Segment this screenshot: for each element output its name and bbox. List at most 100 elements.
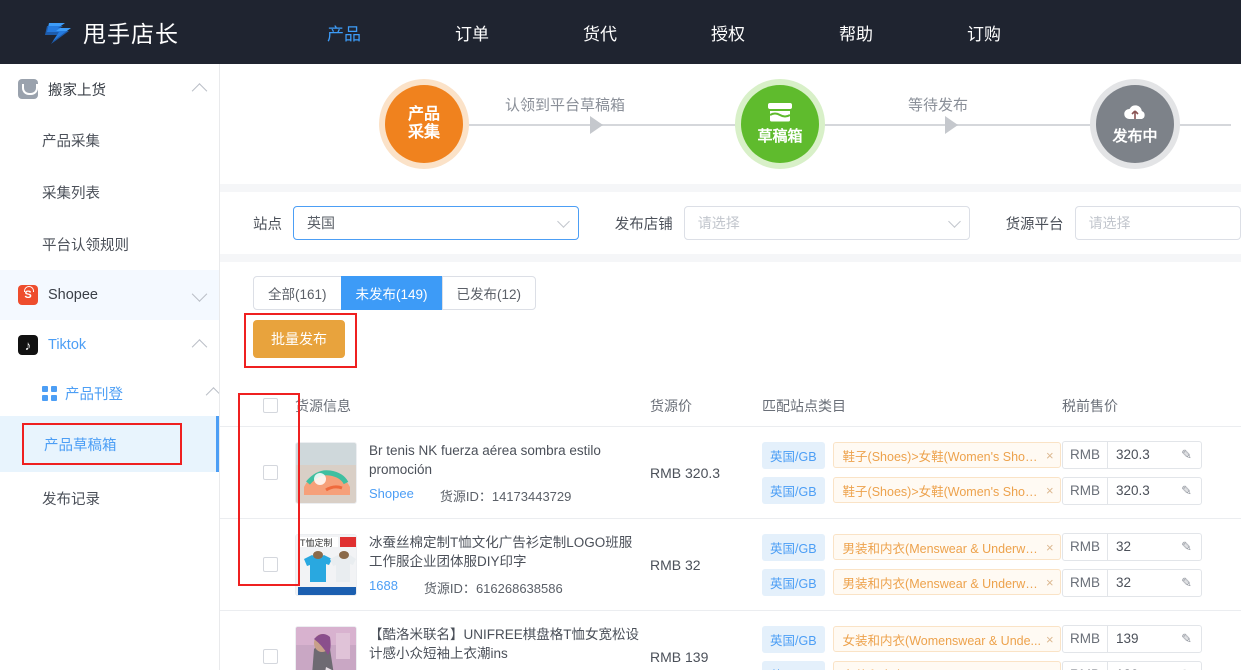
price-value[interactable]: 139 — [1108, 631, 1181, 646]
close-icon[interactable]: × — [1046, 448, 1054, 463]
active-indicator-bar — [216, 416, 219, 472]
product-source-id: 货源ID：14173443729 — [439, 488, 572, 504]
sidebar-group-shopee[interactable]: Shopee — [0, 270, 219, 320]
step-line-3 — [1174, 124, 1231, 126]
price-value[interactable]: 32 — [1108, 539, 1181, 554]
brand[interactable]: 甩手店长 — [0, 15, 280, 49]
site-filter-label: 站点 — [253, 216, 282, 233]
row-checkbox[interactable] — [262, 465, 278, 480]
edit-pencil-icon[interactable]: ✎ — [1181, 575, 1201, 591]
row-checkbox[interactable] — [262, 649, 278, 664]
sidebar-item-product-collect[interactable]: 产品采集 — [0, 114, 219, 166]
edit-pencil-icon[interactable]: ✎ — [1181, 631, 1201, 647]
batch-publish-button[interactable]: 批量发布 — [253, 320, 345, 358]
step-publishing[interactable]: 发布中 — [1096, 85, 1174, 163]
product-platform[interactable]: 1688 — [369, 578, 398, 597]
currency-label: RMB — [1063, 533, 1108, 560]
category-text: 鞋子(Shoes)>女鞋(Women's Shoes... — [842, 449, 1042, 464]
nav-items: 产品 订单 货代 授权 帮助 订购 — [280, 20, 1048, 45]
edit-pencil-icon[interactable]: ✎ — [1181, 539, 1201, 555]
shop-filter-label: 发布店铺 — [614, 216, 673, 233]
category-line: 英国/GB 女装和内衣(Womenswear & Unde... × — [762, 625, 1062, 653]
price-input[interactable]: RMB 139 ✎ — [1062, 624, 1202, 653]
price-value[interactable]: 320.3 — [1108, 483, 1181, 498]
close-icon[interactable]: × — [1046, 632, 1054, 647]
header-matched-category: 匹配站点类目 — [762, 397, 846, 414]
category-box[interactable]: 女装和内衣(Womenswear & Unde... × — [832, 626, 1061, 652]
nav-item-help[interactable]: 帮助 — [792, 20, 920, 45]
svg-text:T恤定制: T恤定制 — [300, 537, 333, 548]
step-caption-draft: 草稿箱 — [757, 128, 803, 146]
product-thumbnail[interactable] — [295, 441, 357, 504]
tab-published[interactable]: 已发布(12) — [441, 276, 537, 310]
sidebar-item-product-listing[interactable]: 产品刊登 — [0, 370, 219, 416]
category-box[interactable]: 鞋子(Shoes)>女鞋(Women's Shoes... × — [832, 477, 1061, 503]
product-title[interactable]: 冰蚕丝棉定制T恤文化广告衫定制LOGO班服工作服企业团体服DIY印字 — [369, 533, 639, 571]
row-checkbox[interactable] — [262, 557, 278, 572]
sidebar-item-claim-rules[interactable]: 平台认领规则 — [0, 218, 219, 270]
workflow-stepper: 认领到平台草稿箱 等待发布 产品 采集 草稿箱 发布中 — [220, 64, 1241, 184]
site-tag: 英国/GB — [762, 625, 825, 653]
price-input[interactable]: RMB 32 ✎ — [1062, 568, 1202, 597]
close-icon[interactable]: × — [1046, 483, 1054, 498]
site-tag: 英国/GB — [762, 568, 825, 596]
brand-name: 甩手店长 — [83, 21, 179, 47]
chevron-up-icon — [191, 82, 208, 99]
category-box[interactable]: 男装和内衣(Menswear & Underwe... × — [832, 534, 1061, 560]
nav-item-subscribe[interactable]: 订购 — [920, 20, 1048, 45]
product-platform[interactable]: Shopee — [369, 486, 414, 505]
price-input[interactable]: RMB 320.3 ✎ — [1062, 476, 1202, 505]
step-connector-label-1: 认领到平台草稿箱 — [505, 97, 626, 114]
close-icon[interactable]: × — [1046, 667, 1054, 670]
header-source-info: 货源信息 — [295, 397, 351, 414]
product-title[interactable]: 【酷洛米联名】UNIFREE棋盘格T恤女宽松设计感小众短袖上衣潮ins — [369, 625, 639, 663]
sell-price-cell: RMB 139 ✎ RMB 139 ✎ — [1062, 624, 1241, 670]
site-select[interactable]: 英国 — [293, 206, 579, 240]
brand-logo-icon — [45, 19, 73, 45]
tab-all[interactable]: 全部(161) — [253, 276, 342, 310]
product-title[interactable]: Br tenis NK fuerza aérea sombra estilo p… — [369, 441, 639, 479]
tab-unpublished[interactable]: 未发布(149) — [340, 276, 443, 310]
step-product-collect[interactable]: 产品 采集 — [385, 85, 463, 163]
currency-label: RMB — [1063, 625, 1108, 652]
nav-item-authorization[interactable]: 授权 — [664, 20, 792, 45]
step-draft-box[interactable]: 草稿箱 — [741, 85, 819, 163]
edit-pencil-icon[interactable]: ✎ — [1181, 667, 1201, 670]
chevron-down-icon — [191, 285, 208, 302]
price-value[interactable]: 32 — [1108, 575, 1181, 590]
price-input[interactable]: RMB 320.3 ✎ — [1062, 440, 1202, 469]
sidebar-group-moving[interactable]: 搬家上货 — [0, 64, 219, 114]
edit-pencil-icon[interactable]: ✎ — [1181, 483, 1201, 499]
edit-pencil-icon[interactable]: ✎ — [1181, 447, 1201, 463]
sidebar-group-tiktok[interactable]: Tiktok — [0, 320, 219, 370]
row-select-cell — [245, 649, 295, 664]
price-input[interactable]: RMB 139 ✎ — [1062, 660, 1202, 670]
source-price: RMB 139 — [650, 648, 709, 665]
product-thumbnail[interactable] — [295, 625, 357, 670]
select-all-checkbox[interactable] — [262, 398, 278, 413]
category-line: 英国/GB 鞋子(Shoes)>女鞋(Women's Shoes... × — [762, 476, 1062, 504]
category-text: 男装和内衣(Menswear & Underwe... — [842, 541, 1042, 556]
category-cell: 英国/GB 鞋子(Shoes)>女鞋(Women's Shoes... × 英国… — [762, 441, 1062, 504]
sidebar-item-publish-records[interactable]: 发布记录 — [0, 472, 219, 524]
nav-item-products[interactable]: 产品 — [280, 20, 408, 45]
chevron-up-icon — [191, 338, 208, 355]
product-source-id: 货源ID：616268638586 — [423, 580, 563, 596]
shop-select[interactable]: 请选择 — [683, 206, 970, 240]
sidebar-item-draft-box[interactable]: 产品草稿箱 — [22, 423, 182, 465]
close-icon[interactable]: × — [1046, 575, 1054, 590]
price-value[interactable]: 320.3 — [1108, 447, 1181, 462]
close-icon[interactable]: × — [1046, 540, 1054, 555]
category-box[interactable]: 鞋子(Shoes)>女鞋(Women's Shoes... × — [832, 442, 1061, 468]
sidebar-item-collect-list[interactable]: 采集列表 — [0, 166, 219, 218]
source-platform-select[interactable]: 请选择 — [1074, 206, 1241, 240]
price-input[interactable]: RMB 32 ✎ — [1062, 532, 1202, 561]
category-box[interactable]: 女装和内衣(Womenswear & Unde... × — [832, 661, 1061, 670]
nav-item-freight[interactable]: 货代 — [536, 20, 664, 45]
category-box[interactable]: 男装和内衣(Menswear & Underwe... × — [832, 569, 1061, 595]
site-select-value: 英国 — [307, 215, 335, 231]
sidebar-item-draft-box-wrapper: 产品草稿箱 — [0, 416, 219, 472]
product-thumbnail[interactable]: T恤定制 — [295, 533, 357, 596]
nav-item-orders[interactable]: 订单 — [408, 20, 536, 45]
top-navigation-bar: 甩手店长 产品 订单 货代 授权 帮助 订购 — [0, 0, 1241, 64]
